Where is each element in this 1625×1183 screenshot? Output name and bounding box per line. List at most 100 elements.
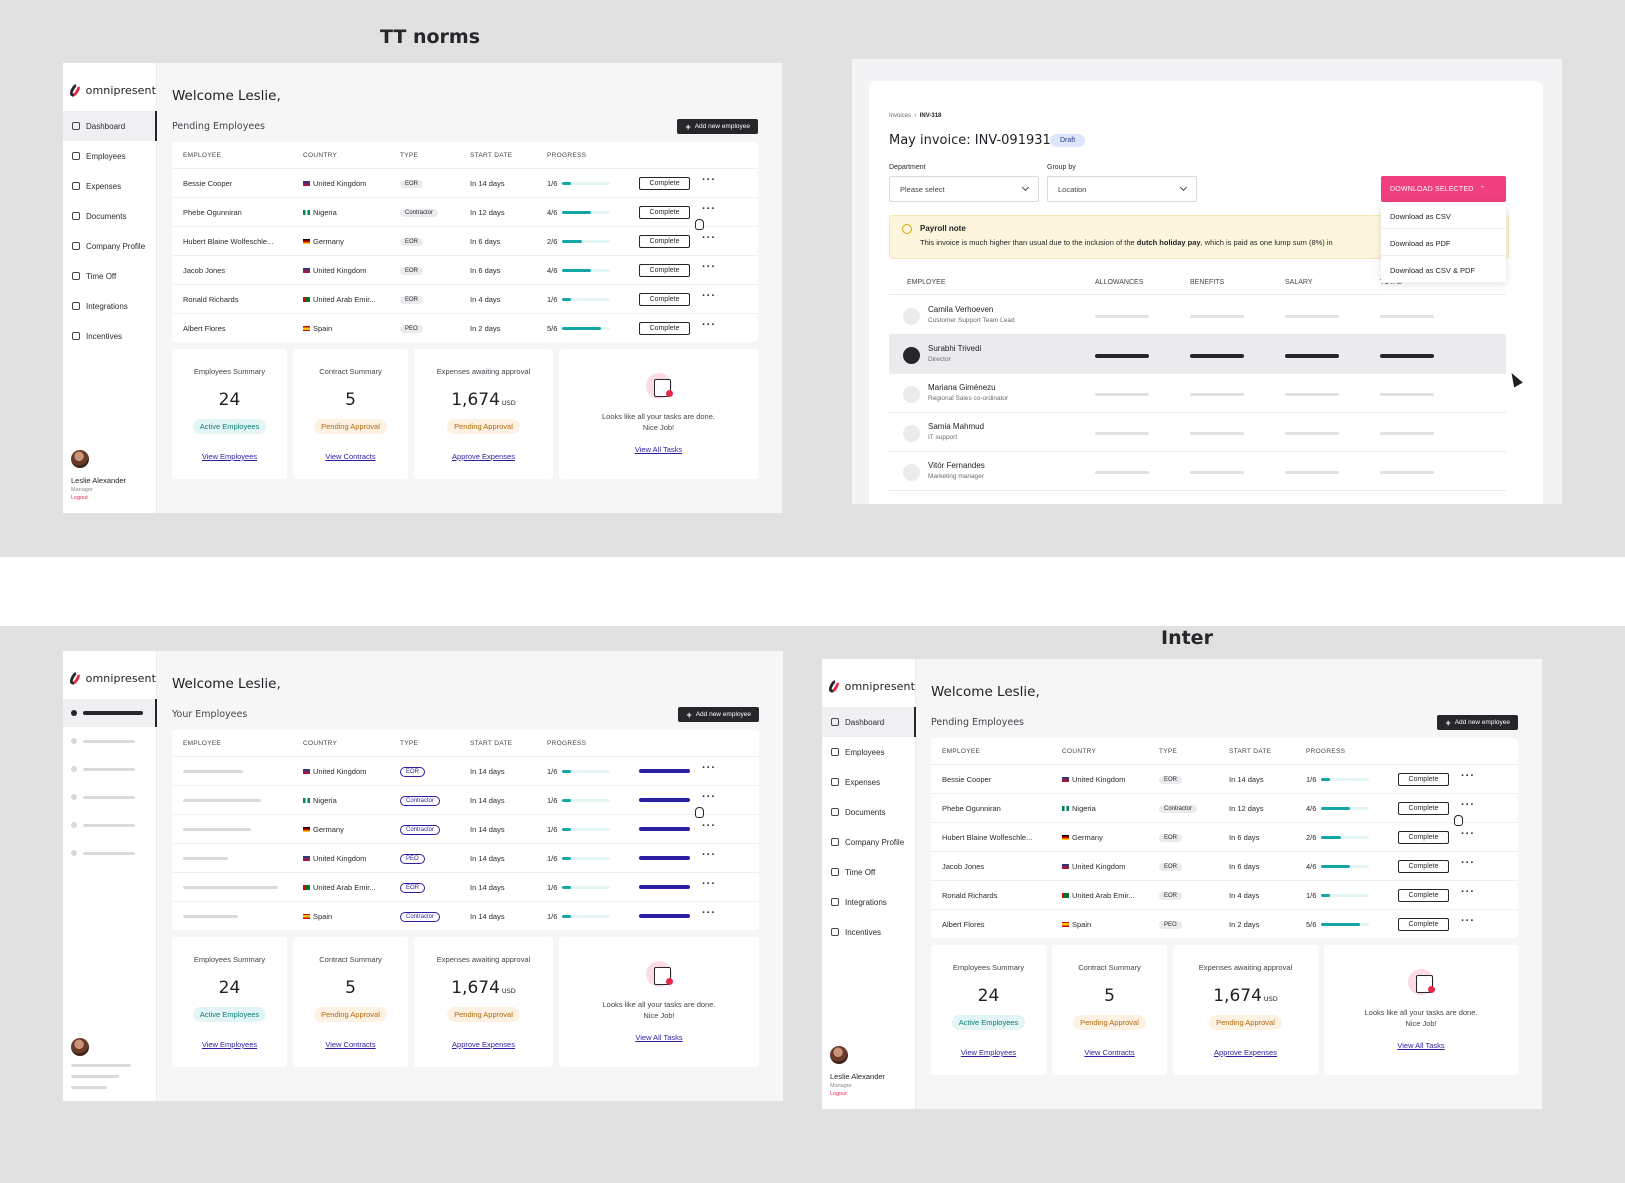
complete-button-placeholder[interactable] xyxy=(639,827,690,831)
sidebar-item-placeholder[interactable] xyxy=(63,839,156,867)
complete-button[interactable]: Complete xyxy=(639,176,690,190)
employee-name[interactable]: Ronald Richards xyxy=(183,295,303,304)
sidebar-item-integrations[interactable]: Integrations xyxy=(63,291,156,321)
card-link[interactable]: Approve Expenses xyxy=(414,452,553,461)
more-options-icon[interactable]: ··· xyxy=(1461,887,1518,900)
table-row[interactable]: Nigeria Contractor In 14 days 1/6 ··· xyxy=(172,785,759,814)
more-options-icon[interactable]: ··· xyxy=(1461,829,1518,842)
more-options-icon[interactable]: ··· xyxy=(702,879,759,892)
complete-button[interactable]: Complete xyxy=(639,205,690,219)
sidebar-item-company-profile[interactable]: Company Profile xyxy=(63,231,156,261)
logout-link[interactable]: Logout xyxy=(71,495,126,501)
complete-button[interactable]: Complete xyxy=(1398,801,1449,815)
table-row[interactable]: Bessie Cooper United Kingdom EOR In 14 days… xyxy=(931,764,1518,793)
employee-name[interactable]: Ronald Richards xyxy=(942,891,1062,900)
card-link[interactable]: View Employees xyxy=(931,1048,1046,1057)
complete-button[interactable]: Complete xyxy=(1398,917,1449,931)
view-all-tasks-link[interactable]: View All Tasks xyxy=(559,445,758,454)
sidebar-item-time-off[interactable]: Time Off xyxy=(822,857,915,887)
sidebar-item-placeholder[interactable] xyxy=(63,699,157,727)
select-radio[interactable] xyxy=(903,425,920,442)
logout-link[interactable]: Logout xyxy=(830,1091,885,1097)
employee-name[interactable]: Bessie Cooper xyxy=(183,179,303,188)
more-options-icon[interactable]: ··· xyxy=(702,908,759,921)
invoice-employee-row[interactable]: Vitór Fernandes Marketing manager xyxy=(889,452,1506,491)
invoice-employee-row[interactable]: Samia Mahmud IT support xyxy=(889,413,1506,452)
employee-name[interactable]: Phebe Ogunniran xyxy=(183,208,303,217)
more-options-icon[interactable]: ··· xyxy=(702,233,758,246)
employee-name[interactable]: Albert Flores xyxy=(183,324,303,333)
add-employee-button[interactable]: + Add new employee xyxy=(678,707,759,722)
more-options-icon[interactable]: ··· xyxy=(702,291,758,304)
download-csv-option[interactable]: Download as CSV xyxy=(1381,202,1506,229)
group-by-select[interactable]: Location xyxy=(1047,176,1197,202)
download-csv-pdf-option[interactable]: Download as CSV & PDF xyxy=(1381,256,1506,283)
more-options-icon[interactable]: ··· xyxy=(1461,771,1518,784)
sidebar-item-employees[interactable]: Employees xyxy=(63,141,156,171)
user-profile[interactable] xyxy=(71,1038,131,1089)
card-link[interactable]: View Employees xyxy=(172,1040,287,1049)
department-select[interactable]: Please select xyxy=(889,176,1039,202)
more-options-icon[interactable]: ··· xyxy=(1461,858,1518,871)
complete-button-placeholder[interactable] xyxy=(639,914,690,918)
table-row[interactable]: Phebe Ogunniran Nigeria Contractor In 12 da… xyxy=(931,793,1518,822)
user-profile[interactable]: Leslie Alexander Manager Logout xyxy=(71,450,126,501)
table-row[interactable]: Ronald Richards United Arab Emir... EOR In … xyxy=(931,880,1518,909)
card-link[interactable]: Approve Expenses xyxy=(1173,1048,1318,1057)
table-row[interactable]: United Kingdom EOR In 14 days 1/6 ··· xyxy=(172,756,759,785)
complete-button[interactable]: Complete xyxy=(1398,859,1449,873)
sidebar-item-company-profile[interactable]: Company Profile xyxy=(822,827,915,857)
brand-logo[interactable]: omnipresent xyxy=(822,659,915,694)
complete-button[interactable]: Complete xyxy=(1398,888,1449,902)
table-row[interactable]: Spain Contractor In 14 days 1/6 ··· xyxy=(172,901,759,930)
invoice-employee-row[interactable]: Mariana Giménezu Regional Sales co-ordina… xyxy=(889,374,1506,413)
complete-button[interactable]: Complete xyxy=(1398,830,1449,844)
complete-button-placeholder[interactable] xyxy=(639,798,690,802)
user-profile[interactable]: Leslie Alexander Manager Logout xyxy=(830,1046,885,1097)
complete-button[interactable]: Complete xyxy=(639,292,690,306)
select-radio[interactable] xyxy=(903,386,920,403)
more-options-icon[interactable]: ··· xyxy=(702,175,758,188)
sidebar-item-dashboard[interactable]: Dashboard xyxy=(822,707,916,737)
sidebar-item-expenses[interactable]: Expenses xyxy=(63,171,156,201)
sidebar-item-integrations[interactable]: Integrations xyxy=(822,887,915,917)
select-radio[interactable] xyxy=(903,308,920,325)
employee-name[interactable]: Albert Flores xyxy=(942,920,1062,929)
more-options-icon[interactable]: ··· xyxy=(702,320,758,333)
table-row[interactable]: Phebe Ogunniran Nigeria Contractor In 12 da… xyxy=(172,197,758,226)
more-options-icon[interactable]: ··· xyxy=(702,204,758,217)
sidebar-item-placeholder[interactable] xyxy=(63,727,156,755)
employee-name[interactable]: Phebe Ogunniran xyxy=(942,804,1062,813)
more-options-icon[interactable]: ··· xyxy=(702,821,759,834)
table-row[interactable]: Hubert Blaine Wolfeschle... Germany EOR In … xyxy=(931,822,1518,851)
more-options-icon[interactable]: ··· xyxy=(1461,800,1518,813)
sidebar-item-placeholder[interactable] xyxy=(63,783,156,811)
add-employee-button[interactable]: + Add new employee xyxy=(1437,715,1518,730)
sidebar-item-documents[interactable]: Documents xyxy=(822,797,915,827)
employee-name[interactable]: Hubert Blaine Wolfeschle... xyxy=(183,237,303,246)
table-row[interactable]: United Arab Emir... EOR In 14 days 1/6 ··· xyxy=(172,872,759,901)
table-row[interactable]: Hubert Blaine Wolfeschle... Germany EOR In … xyxy=(172,226,758,255)
view-all-tasks-link[interactable]: View All Tasks xyxy=(559,1033,759,1042)
more-options-icon[interactable]: ··· xyxy=(702,850,759,863)
card-link[interactable]: View Employees xyxy=(172,452,287,461)
sidebar-item-time-off[interactable]: Time Off xyxy=(63,261,156,291)
employee-name[interactable]: Jacob Jones xyxy=(942,862,1062,871)
employee-name[interactable]: Bessie Cooper xyxy=(942,775,1062,784)
complete-button[interactable]: Complete xyxy=(1398,772,1449,786)
sidebar-item-expenses[interactable]: Expenses xyxy=(822,767,915,797)
more-options-icon[interactable]: ··· xyxy=(702,262,758,275)
sidebar-item-incentives[interactable]: Incentives xyxy=(63,321,156,351)
table-row[interactable]: Germany Contractor In 14 days 1/6 ··· xyxy=(172,814,759,843)
invoice-employee-row[interactable]: Surabhi Trivedi Director xyxy=(889,335,1506,374)
select-radio[interactable] xyxy=(903,464,920,481)
table-row[interactable]: Jacob Jones United Kingdom EOR In 6 days 4/6… xyxy=(172,255,758,284)
breadcrumb-invoices[interactable]: Invoices xyxy=(889,113,911,119)
more-options-icon[interactable]: ··· xyxy=(1461,916,1518,929)
sidebar-item-employees[interactable]: Employees xyxy=(822,737,915,767)
complete-button[interactable]: Complete xyxy=(639,234,690,248)
complete-button[interactable]: Complete xyxy=(639,263,690,277)
complete-button-placeholder[interactable] xyxy=(639,885,690,889)
card-link[interactable]: View Contracts xyxy=(293,1040,408,1049)
download-selected-button[interactable]: DOWNLOAD SELECTED ⌃ xyxy=(1381,176,1506,202)
